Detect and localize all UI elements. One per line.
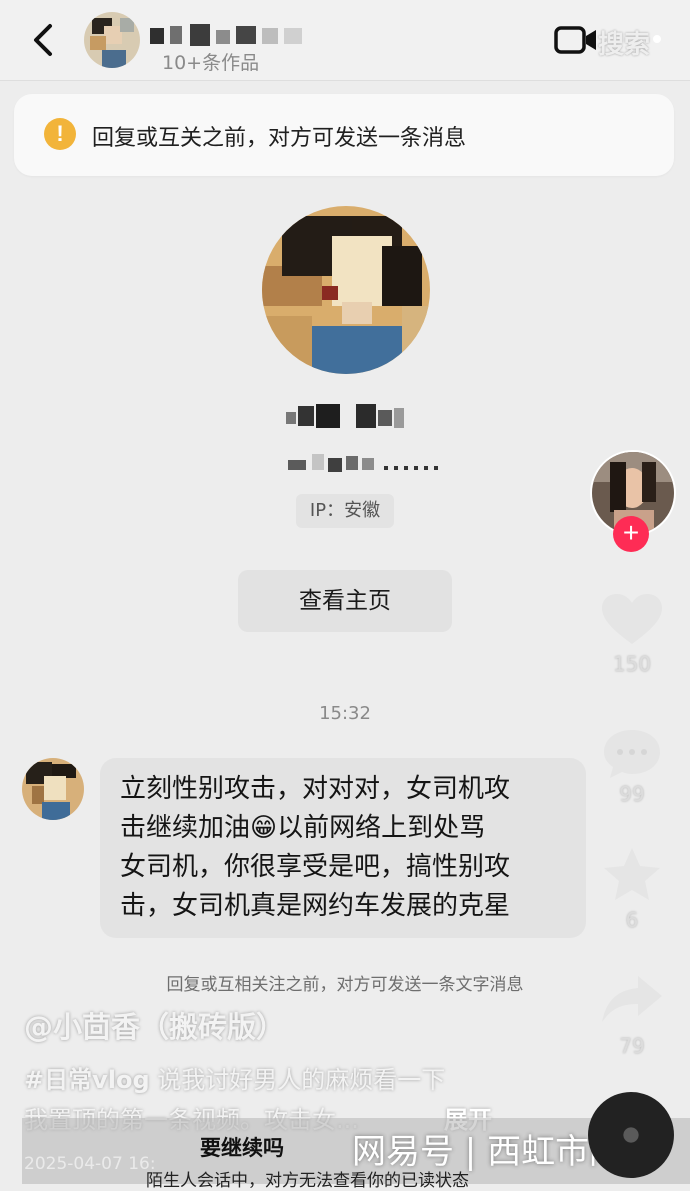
comment-count: 99 <box>619 782 645 806</box>
more-vertical-icon[interactable] <box>650 30 664 48</box>
blurred-profile-bio <box>288 454 438 472</box>
profile-avatar[interactable] <box>262 206 430 374</box>
sender-avatar[interactable] <box>22 758 84 820</box>
share-count: 79 <box>619 1034 645 1058</box>
video-author[interactable]: @小茴香（搬砖版） <box>24 1004 285 1046</box>
blurred-profile-name <box>286 404 404 428</box>
warning-icon: ! <box>44 118 76 150</box>
follow-plus-icon[interactable]: + <box>613 516 649 552</box>
music-disc-icon[interactable] <box>588 1092 674 1178</box>
message-timestamp: 15:32 <box>319 703 371 724</box>
blurred-username <box>150 24 302 46</box>
search-button[interactable]: 搜索 <box>598 24 650 61</box>
video-date: 2025-04-07 16: <box>24 1154 156 1174</box>
ip-location-tag: IP：安徽 <box>296 494 394 528</box>
star-icon[interactable] <box>600 846 664 902</box>
chevron-left-icon[interactable] <box>24 20 64 60</box>
view-homepage-button[interactable]: 查看主页 <box>238 570 452 632</box>
message-text: 立刻性别攻击，对对对，女司机攻 击继续加油😁以前网络上到处骂 女司机，你很享受是… <box>120 774 511 921</box>
message-bubble[interactable]: 立刻性别攻击，对对对，女司机攻 击继续加油😁以前网络上到处骂 女司机，你很享受是… <box>100 758 586 938</box>
hashtag[interactable]: #日常vlog <box>24 1066 150 1094</box>
video-camera-icon[interactable] <box>554 26 598 54</box>
works-count: 10+条作品 <box>162 52 260 74</box>
reply-limit-notice: 回复或互相关注之前，对方可发送一条文字消息 <box>166 975 524 995</box>
description-line-1: 说我讨好男人的麻烦看一下 <box>149 1066 446 1094</box>
message-limit-notice: ! 回复或互关之前，对方可发送一条消息 <box>14 94 674 176</box>
like-count: 150 <box>612 652 652 676</box>
heart-icon[interactable] <box>600 592 664 648</box>
header-avatar[interactable] <box>84 12 140 68</box>
continue-prompt[interactable]: 要继续吗 <box>200 1132 284 1162</box>
chat-header: 10+条作品 搜索 <box>0 0 690 81</box>
comment-icon[interactable] <box>600 726 664 782</box>
favorite-count: 6 <box>625 908 639 932</box>
notice-text: 回复或互关之前，对方可发送一条消息 <box>92 126 467 151</box>
share-icon[interactable] <box>600 972 664 1028</box>
